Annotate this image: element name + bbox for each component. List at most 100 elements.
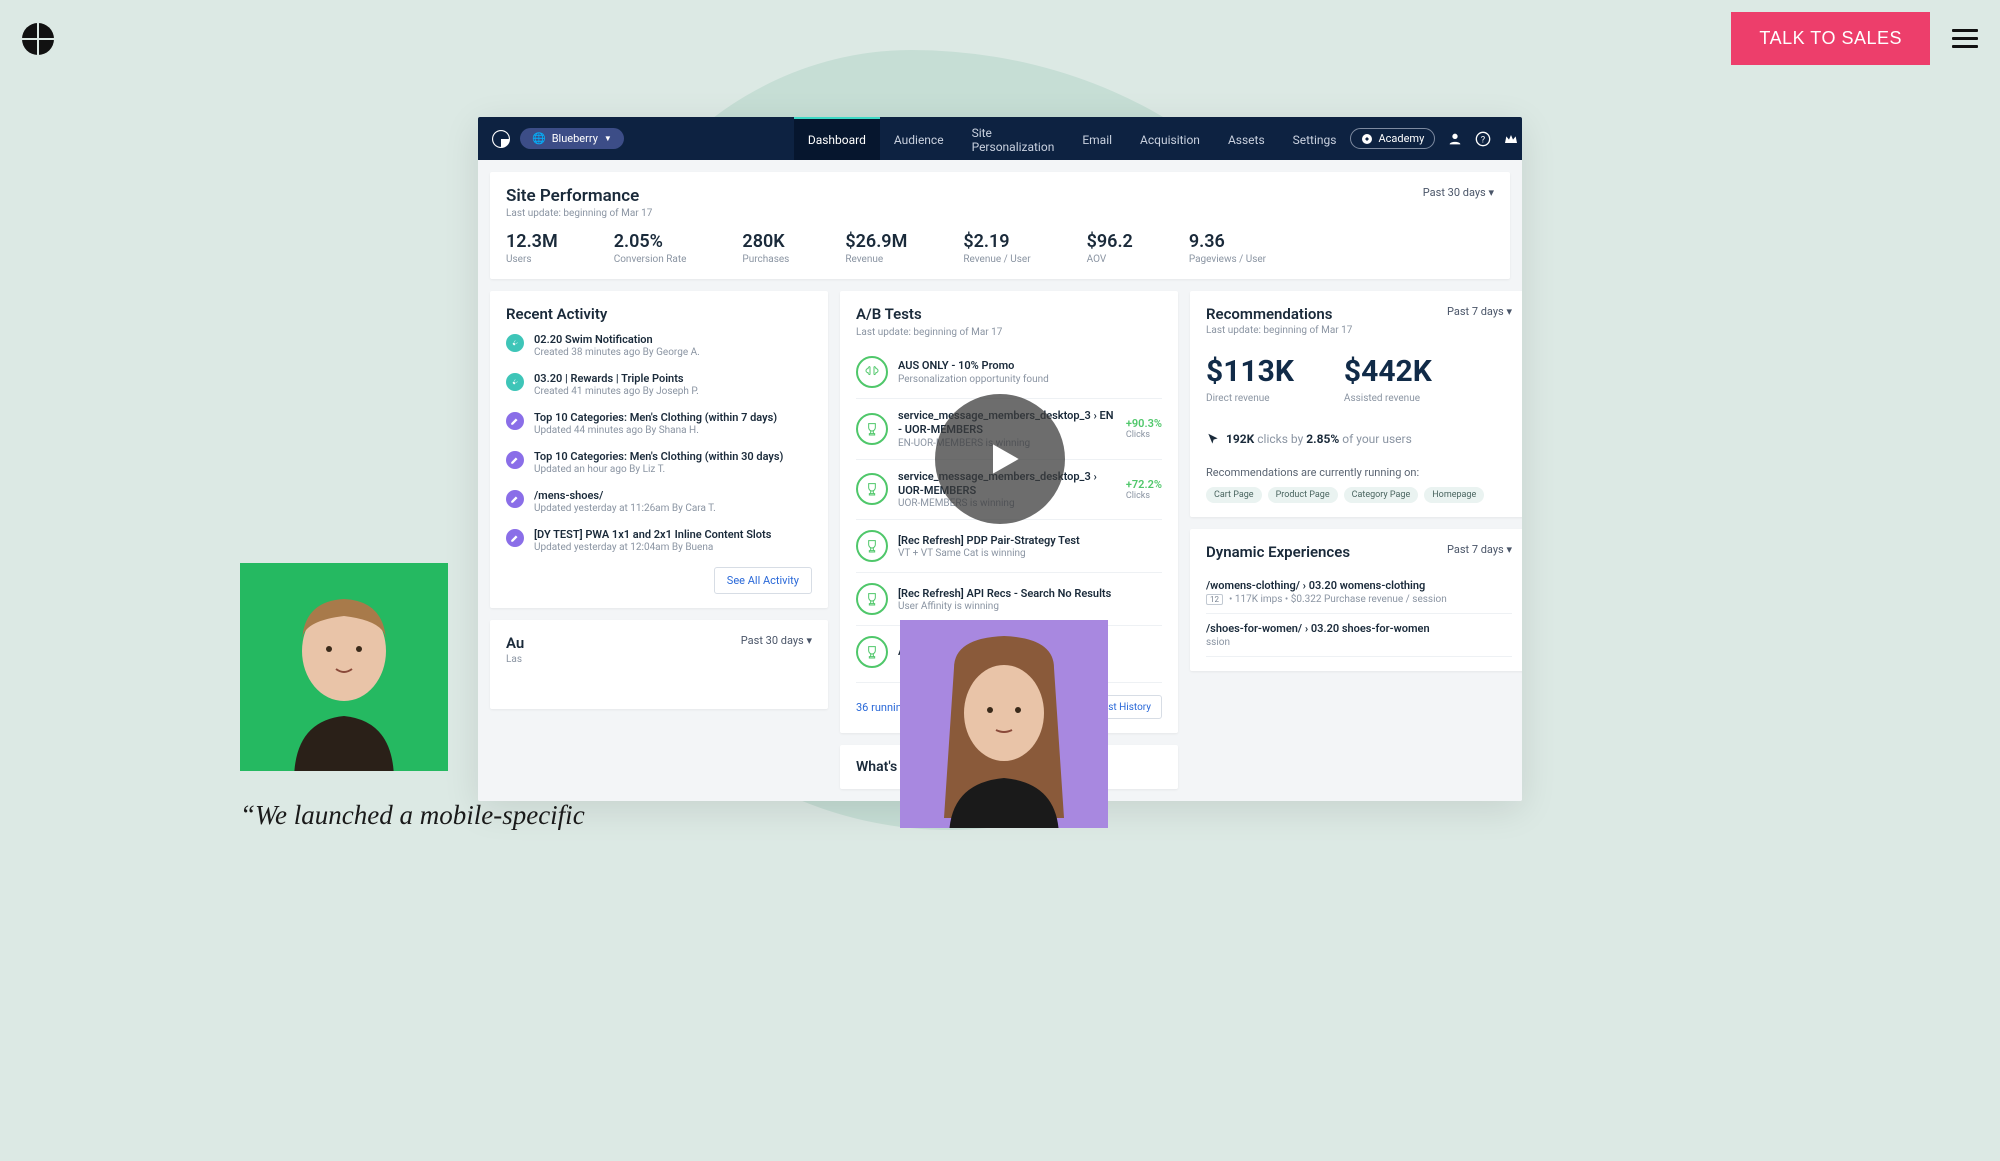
trophy-icon <box>856 636 888 668</box>
activity-subtitle: Created 38 minutes ago By George A. <box>534 347 700 358</box>
testimonial-portrait-2 <box>900 620 1108 828</box>
brand-selector[interactable]: 🌐 Blueberry ▼ <box>520 128 624 149</box>
metric: 12.3MUsers <box>506 231 558 265</box>
ab-title: [Rec Refresh] PDP Pair-Strategy Test <box>898 534 1162 548</box>
chevron-down-icon: ▾ <box>1506 305 1512 318</box>
metric-label: Pageviews / User <box>1189 254 1266 265</box>
metric-label: Revenue <box>845 254 907 265</box>
tab-audience[interactable]: Audience <box>880 117 958 160</box>
activity-item[interactable]: 02.20 Swim NotificationCreated 38 minute… <box>506 333 812 358</box>
metric: 9.36Pageviews / User <box>1189 231 1266 265</box>
activity-title: /mens-shoes/ <box>534 489 716 502</box>
assisted-revenue-label: Assisted revenue <box>1344 393 1432 404</box>
globe-icon: 🌐 <box>532 132 546 145</box>
metric: $2.19 Revenue / User <box>963 231 1030 265</box>
direct-revenue-label: Direct revenue <box>1206 393 1294 404</box>
metric-value: $2.19 <box>963 231 1030 252</box>
tab-email[interactable]: Email <box>1068 117 1126 160</box>
metric-label: Revenue / User <box>963 254 1030 265</box>
activity-title: Top 10 Categories: Men's Clothing (withi… <box>534 450 783 463</box>
dynamic-experience-item[interactable]: /shoes-for-women/ › 03.20 shoes-for-wome… <box>1206 614 1512 657</box>
brand-name: Blueberry <box>552 132 598 145</box>
hamburger-menu-icon[interactable] <box>1952 29 1978 48</box>
metric-label: Users <box>506 254 558 265</box>
activity-title: Top 10 Categories: Men's Clothing (withi… <box>534 411 777 424</box>
svg-text:?: ? <box>1481 134 1486 145</box>
academy-label: Academy <box>1378 132 1424 145</box>
trophy-icon <box>856 413 888 445</box>
recommendations-subtitle: Last update: beginning of Mar 17 <box>1206 325 1352 336</box>
recommendations-range-dropdown[interactable]: Past 7 days ▾ <box>1447 305 1512 318</box>
dynamic-item-title: /womens-clothing/ › 03.20 womens-clothin… <box>1206 579 1512 592</box>
page-chip[interactable]: Category Page <box>1344 487 1419 503</box>
page-chip[interactable]: Homepage <box>1424 487 1484 503</box>
see-all-activity-button[interactable]: See All Activity <box>714 567 812 594</box>
ab-test-item[interactable]: AUS ONLY - 10% PromoPersonalization oppo… <box>856 346 1162 399</box>
ab-test-item[interactable]: [Rec Refresh] PDP Pair-Strategy TestVT +… <box>856 520 1162 573</box>
pencil-icon <box>506 451 524 469</box>
trophy-icon <box>856 530 888 562</box>
tab-settings[interactable]: Settings <box>1279 117 1351 160</box>
dynamic-range-dropdown[interactable]: Past 7 days ▾ <box>1447 543 1512 556</box>
activity-item[interactable]: Top 10 Categories: Men's Clothing (withi… <box>506 450 812 475</box>
person-avatar <box>904 620 1104 828</box>
activity-item[interactable]: Top 10 Categories: Men's Clothing (withi… <box>506 411 812 436</box>
site-header-actions: TALK TO SALES <box>1731 12 1978 65</box>
site-logo[interactable] <box>22 23 54 55</box>
tab-assets[interactable]: Assets <box>1214 117 1279 160</box>
site-performance-card: Site Performance Last update: beginning … <box>490 172 1510 279</box>
ab-test-item[interactable]: [Rec Refresh] API Recs - Search No Resul… <box>856 573 1162 626</box>
page-chip[interactable]: Cart Page <box>1206 487 1262 503</box>
cursor-icon <box>1206 432 1220 446</box>
app-logo-icon <box>492 130 510 148</box>
talk-to-sales-button[interactable]: TALK TO SALES <box>1731 12 1930 65</box>
activity-title: 02.20 Swim Notification <box>534 333 700 346</box>
trophy-icon <box>856 473 888 505</box>
trophy-icon <box>856 583 888 615</box>
activity-subtitle: Updated yesterday at 11:26am By Cara T. <box>534 503 716 514</box>
page-chip[interactable]: Product Page <box>1268 487 1338 503</box>
ab-stat-label: Clicks <box>1126 430 1162 440</box>
metric-label: Conversion Rate <box>614 254 687 265</box>
ab-tests-title: A/B Tests <box>856 305 1162 323</box>
activity-item[interactable]: [DY TEST] PWA 1x1 and 2x1 Inline Content… <box>506 528 812 553</box>
tab-acquisition[interactable]: Acquisition <box>1126 117 1214 160</box>
dynamic-item-subtitle: ssion <box>1206 637 1512 648</box>
person-avatar <box>244 563 444 771</box>
help-icon[interactable]: ? <box>1475 131 1491 147</box>
tab-dashboard[interactable]: Dashboard <box>794 117 880 160</box>
activity-item[interactable]: 03.20 | Rewards | Triple PointsCreated 4… <box>506 372 812 397</box>
audience-range-dropdown[interactable]: Past 30 days ▾ <box>741 634 812 647</box>
logo-icon <box>22 23 54 55</box>
dynamic-experience-item[interactable]: /womens-clothing/ › 03.20 womens-clothin… <box>1206 571 1512 614</box>
dynamic-item-subtitle: 12 • 117K imps • $0.322 Purchase revenue… <box>1206 594 1512 605</box>
dynamic-experiences-title: Dynamic Experiences <box>1206 543 1350 561</box>
ab-stat: +72.2% <box>1126 478 1162 491</box>
ab-subtitle: User Affinity is winning <box>898 601 1162 612</box>
metric: 280KPurchases <box>742 231 789 265</box>
crown-icon[interactable] <box>1503 131 1519 147</box>
metric-label: Purchases <box>742 254 789 265</box>
ab-stat-label: Clicks <box>1126 491 1162 501</box>
metric: 2.05% Conversion Rate <box>614 231 687 265</box>
play-video-button[interactable] <box>935 394 1065 524</box>
academy-button[interactable]: Academy <box>1350 128 1435 149</box>
recent-activity-card: Recent Activity 02.20 Swim NotificationC… <box>490 291 828 608</box>
variation-count-badge: 12 <box>1206 594 1223 605</box>
tab-site-personalization[interactable]: Site Personalization <box>958 117 1069 160</box>
ab-subtitle: VT + VT Same Cat is winning <box>898 548 1162 559</box>
user-icon[interactable] <box>1447 131 1463 147</box>
metric-value: 2.05% <box>614 231 687 252</box>
chevron-down-icon: ▾ <box>1488 186 1494 199</box>
performance-range-dropdown[interactable]: Past 30 days ▾ <box>1423 186 1494 199</box>
activity-item[interactable]: /mens-shoes/Updated yesterday at 11:26am… <box>506 489 812 514</box>
play-icon <box>982 437 1026 481</box>
activity-subtitle: Updated 44 minutes ago By Shana H. <box>534 425 777 436</box>
activity-subtitle: Created 41 minutes ago By Joseph P. <box>534 386 699 397</box>
ab-stat: +90.3% <box>1126 417 1162 430</box>
site-performance-title: Site Performance <box>506 186 652 206</box>
recommendations-running-label: Recommendations are currently running on… <box>1206 466 1512 479</box>
audience-card: Au Las Past 30 days ▾ <box>490 620 828 709</box>
metric: $26.9MRevenue <box>845 231 907 265</box>
assisted-revenue-value: $442K <box>1344 354 1432 389</box>
